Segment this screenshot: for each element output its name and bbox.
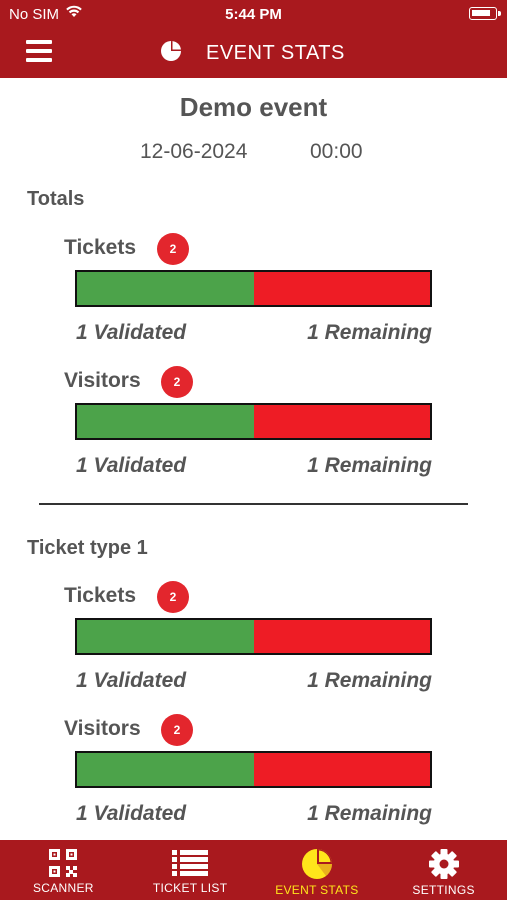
battery-icon [469,7,501,20]
validated-caption: 1 Validated [76,669,187,692]
stat-label-visitors: Visitors [64,369,141,392]
section-title: Ticket type 1 [27,537,148,559]
stat-label-visitors: Visitors [64,717,141,740]
list-icon [172,850,209,876]
remaining-caption: 1 Remaining [307,454,432,477]
status-time: 5:44 PM [225,6,282,23]
count-badge: 2 [161,366,193,398]
gear-icon [428,849,459,879]
progress-bar [75,403,432,440]
remaining-caption: 1 Remaining [307,321,432,344]
validated-caption: 1 Validated [76,321,187,344]
tab-label: TICKET LIST [152,881,228,895]
remaining-segment [253,620,430,653]
event-time: 00:00 [310,140,363,163]
validated-segment [77,272,254,305]
remaining-segment [253,272,430,305]
stat-label-tickets: Tickets [64,584,136,607]
validated-caption: 1 Validated [76,454,187,477]
section-divider [39,503,468,505]
validated-segment [77,405,254,438]
tab-event-stats[interactable]: EVENT STATS [254,840,381,900]
tab-label: SCANNER [32,881,94,895]
progress-bar [75,751,432,788]
remaining-segment [253,405,430,438]
remaining-segment [253,753,430,786]
tab-settings[interactable]: SETTINGS [380,840,507,900]
count-badge: 2 [161,714,193,746]
pie-chart-icon [160,40,182,67]
qr-code-icon [49,849,78,877]
page-title: EVENT STATS [206,42,345,64]
count-badge: 2 [157,581,189,613]
tab-label: EVENT STATS [275,883,359,897]
stat-label-tickets: Tickets [64,236,136,259]
navbar-title-group: EVENT STATS [160,40,345,67]
count-badge: 2 [157,233,189,265]
event-date: 12-06-2024 [140,140,248,163]
navbar: EVENT STATS [0,28,507,78]
progress-bar [75,270,432,307]
validated-segment [77,753,254,786]
event-name: Demo event [179,92,328,122]
validated-segment [77,620,254,653]
status-bar: No SIM 5:44 PM [0,0,507,28]
hamburger-menu-icon[interactable] [26,40,52,64]
remaining-caption: 1 Remaining [307,802,432,825]
tab-ticket-list[interactable]: TICKET LIST [127,840,254,900]
validated-caption: 1 Validated [76,802,187,825]
section-title: Totals [27,188,85,210]
remaining-caption: 1 Remaining [307,669,432,692]
pie-chart-icon [301,849,332,879]
tab-bar: SCANNER TICKET LIST EVENT STATS SETTINGS [0,840,507,900]
tab-scanner[interactable]: SCANNER [0,840,127,900]
progress-bar [75,618,432,655]
tab-label: SETTINGS [412,883,475,897]
